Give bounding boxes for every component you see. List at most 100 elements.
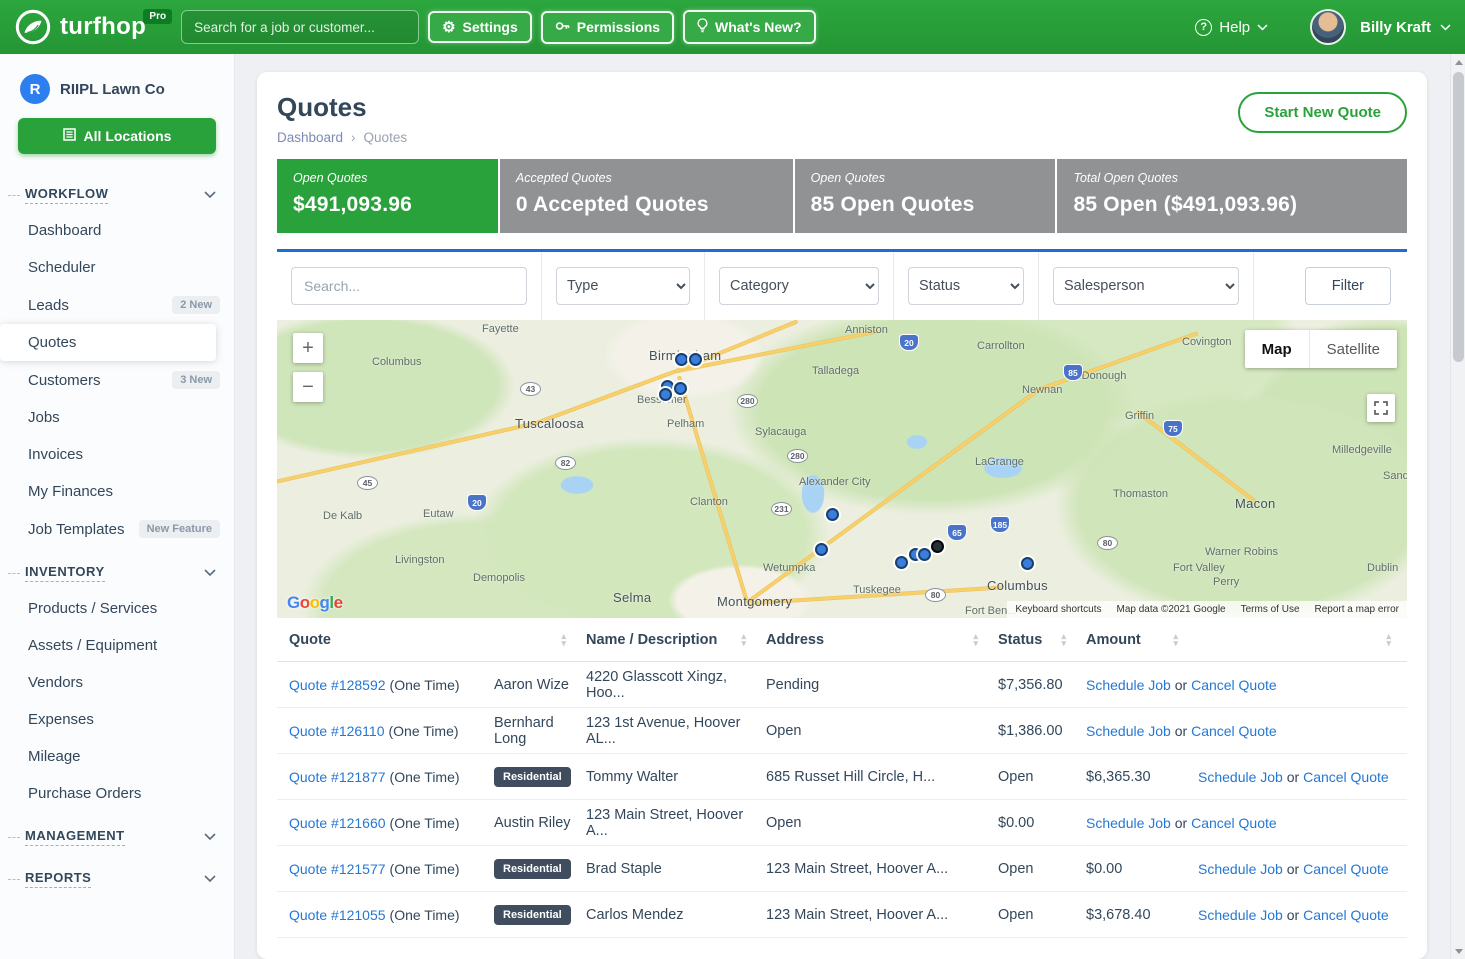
filter-button[interactable]: Filter: [1305, 267, 1391, 305]
settings-button[interactable]: ⚙ Settings: [428, 11, 532, 43]
schedule-job-link[interactable]: Schedule Job: [1198, 769, 1283, 785]
map-town-label: Dublin: [1367, 562, 1398, 574]
status: Open: [998, 861, 1086, 877]
map-marker[interactable]: [815, 543, 828, 556]
user-avatar[interactable]: [1310, 9, 1346, 45]
page-header: Quotes Dashboard › Quotes Start New Quot…: [277, 92, 1407, 145]
sidebar-item-customers[interactable]: Customers3 New: [0, 361, 234, 399]
sidebar-section-reports[interactable]: REPORTS: [0, 854, 234, 896]
schedule-job-link[interactable]: Schedule Job: [1086, 677, 1171, 693]
schedule-job-link[interactable]: Schedule Job: [1086, 815, 1171, 831]
google-logo[interactable]: Google: [287, 593, 343, 613]
interstate-shield-icon: 75: [1163, 420, 1183, 437]
sidebar-item-expenses[interactable]: Expenses: [0, 701, 234, 738]
column-header-name[interactable]: Name / Description: [586, 632, 766, 648]
sidebar-item-assets-equipment[interactable]: Assets / Equipment: [0, 627, 234, 664]
map-marker[interactable]: [675, 353, 688, 366]
map-town-label: Tuskegee: [853, 584, 901, 596]
google-letter: G: [287, 593, 300, 612]
quote-link[interactable]: Quote #128592: [289, 677, 386, 693]
scroll-down-arrow-icon[interactable]: [1451, 943, 1465, 959]
global-search-input[interactable]: [181, 10, 419, 44]
map-marker[interactable]: [826, 508, 839, 521]
sidebar-item-products-services[interactable]: Products / Services: [0, 590, 234, 627]
map-marker[interactable]: [674, 382, 687, 395]
column-header-address[interactable]: Address: [766, 632, 998, 648]
sidebar-item-my-finances[interactable]: My Finances: [0, 473, 234, 510]
all-locations-button[interactable]: All Locations: [18, 118, 216, 154]
map-town-label: Sylacauga: [755, 426, 806, 438]
column-label: Address: [766, 632, 824, 648]
action-separator: or: [1175, 815, 1187, 831]
company-row[interactable]: R RIIPL Lawn Co: [0, 70, 234, 118]
user-menu[interactable]: Billy Kraft: [1360, 19, 1451, 36]
quote-link[interactable]: Quote #121877: [289, 769, 386, 785]
map-road: [678, 376, 749, 602]
column-header-amount[interactable]: Amount: [1086, 632, 1198, 648]
salesperson-select[interactable]: Salesperson: [1053, 267, 1239, 305]
permissions-button[interactable]: Permissions: [541, 11, 674, 44]
sidebar-item-job-templates[interactable]: Job TemplatesNew Feature: [0, 510, 234, 548]
map-marker[interactable]: [918, 548, 931, 561]
keyboard-shortcuts-link[interactable]: Keyboard shortcuts: [1015, 604, 1101, 615]
cancel-quote-link[interactable]: Cancel Quote: [1303, 769, 1389, 785]
schedule-job-link[interactable]: Schedule Job: [1198, 861, 1283, 877]
sidebar-section-inventory[interactable]: INVENTORY: [0, 548, 234, 590]
sidebar-item-label: Products / Services: [28, 600, 157, 617]
cancel-quote-link[interactable]: Cancel Quote: [1303, 907, 1389, 923]
zoom-in-button[interactable]: +: [293, 333, 323, 363]
type-select[interactable]: Type: [556, 267, 690, 305]
sidebar-item-leads[interactable]: Leads2 New: [0, 286, 234, 324]
terms-of-use-link[interactable]: Terms of Use: [1241, 604, 1300, 615]
sidebar-item-invoices[interactable]: Invoices: [0, 436, 234, 473]
column-header-quote[interactable]: Quote: [289, 632, 586, 648]
map-view-button[interactable]: Map: [1245, 330, 1309, 368]
column-header-status[interactable]: Status: [998, 632, 1086, 648]
schedule-job-link[interactable]: Schedule Job: [1086, 723, 1171, 739]
zoom-out-button[interactable]: −: [293, 372, 323, 402]
brand-logo[interactable]: turfhop Pro: [14, 8, 146, 46]
quote-link[interactable]: Quote #121660: [289, 815, 386, 831]
map-marker[interactable]: [659, 388, 672, 401]
cancel-quote-link[interactable]: Cancel Quote: [1191, 723, 1277, 739]
map-marker[interactable]: [689, 353, 702, 366]
map-marker[interactable]: [1021, 557, 1034, 570]
sidebar-section-workflow[interactable]: WORKFLOW: [0, 170, 234, 212]
sidebar-item-purchase-orders[interactable]: Purchase Orders: [0, 775, 234, 812]
satellite-view-button[interactable]: Satellite: [1309, 330, 1397, 368]
category-select[interactable]: Category: [719, 267, 879, 305]
start-new-quote-button[interactable]: Start New Quote: [1238, 92, 1407, 133]
scrollbar-thumb[interactable]: [1453, 72, 1464, 362]
sidebar-item-scheduler[interactable]: Scheduler: [0, 249, 234, 286]
sidebar-section-management[interactable]: MANAGEMENT: [0, 812, 234, 854]
breadcrumb-separator: ›: [351, 130, 356, 145]
map-marker[interactable]: [895, 556, 908, 569]
fullscreen-button[interactable]: [1367, 394, 1395, 422]
breadcrumb-dashboard[interactable]: Dashboard: [277, 130, 343, 145]
cancel-quote-link[interactable]: Cancel Quote: [1191, 815, 1277, 831]
status-select[interactable]: Status: [908, 267, 1024, 305]
quote-link[interactable]: Quote #121577: [289, 861, 386, 877]
page-scrollbar[interactable]: [1450, 54, 1465, 959]
scroll-up-arrow-icon[interactable]: [1451, 54, 1465, 70]
map[interactable]: Fayette Columbus Anniston Carrollton Cov…: [277, 320, 1407, 618]
quote-link[interactable]: Quote #126110: [289, 723, 385, 739]
cancel-quote-link[interactable]: Cancel Quote: [1303, 861, 1389, 877]
sidebar-item-quotes[interactable]: Quotes: [0, 324, 216, 361]
quotes-search-input[interactable]: [291, 267, 527, 305]
sort-icon: [741, 633, 746, 647]
quote-link[interactable]: Quote #121055: [289, 907, 386, 923]
map-marker-selected[interactable]: [931, 540, 944, 553]
sidebar-item-jobs[interactable]: Jobs: [0, 399, 234, 436]
sidebar-item-dashboard[interactable]: Dashboard: [0, 212, 234, 249]
whats-new-button[interactable]: What's New?: [683, 10, 816, 44]
sidebar-item-vendors[interactable]: Vendors: [0, 664, 234, 701]
sidebar-item-mileage[interactable]: Mileage: [0, 738, 234, 775]
route-shield-icon: 82: [555, 456, 576, 470]
schedule-job-link[interactable]: Schedule Job: [1198, 907, 1283, 923]
column-header-actions[interactable]: [1198, 633, 1395, 647]
cancel-quote-link[interactable]: Cancel Quote: [1191, 677, 1277, 693]
google-letter: o: [300, 593, 310, 612]
help-menu[interactable]: Help: [1195, 19, 1268, 36]
report-map-error-link[interactable]: Report a map error: [1315, 604, 1399, 615]
